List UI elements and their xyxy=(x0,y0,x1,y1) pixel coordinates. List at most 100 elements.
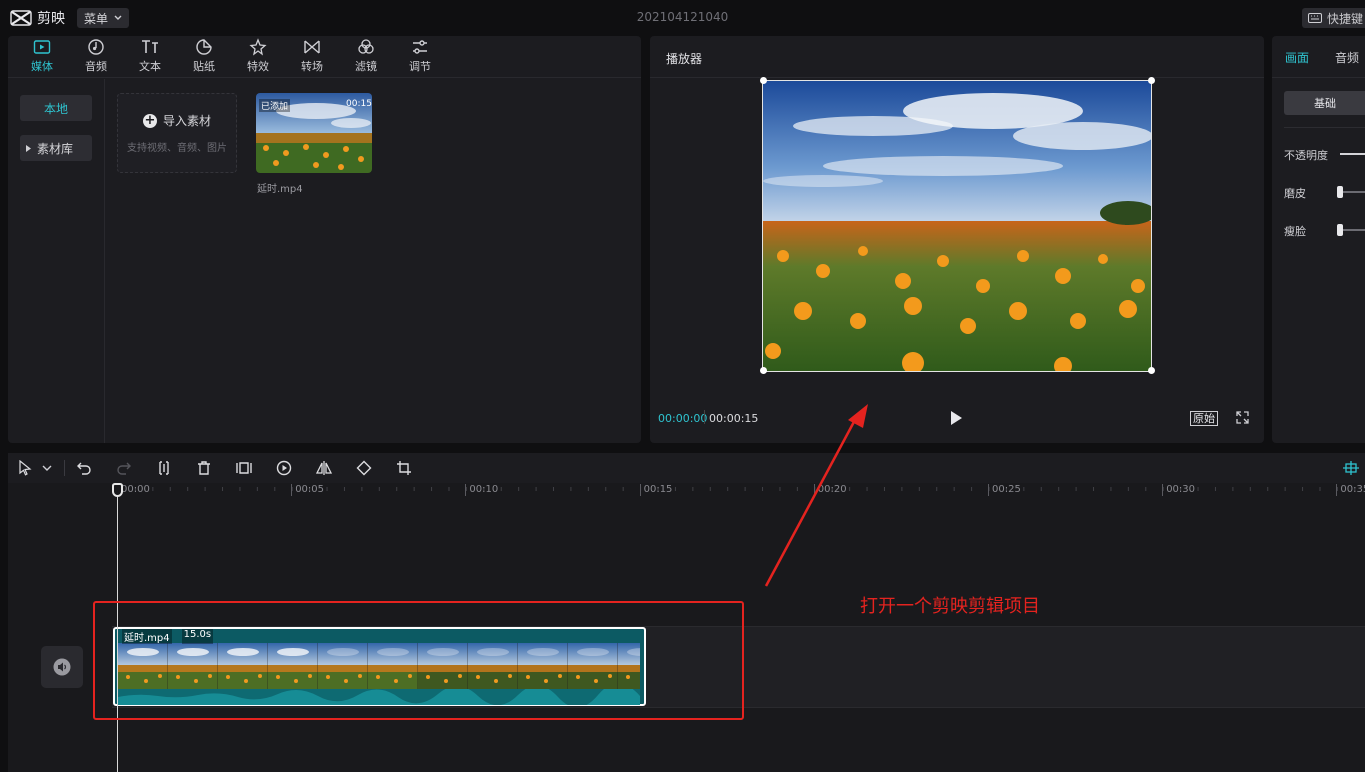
import-media-button[interactable]: + 导入素材 支持视频、音频、图片 xyxy=(117,93,237,173)
magnet-snap-icon[interactable] xyxy=(1342,460,1360,476)
tab-canvas[interactable]: 画面 xyxy=(1285,49,1309,66)
ruler-label: 00:15 xyxy=(643,484,673,495)
tab-audio[interactable]: 音频 xyxy=(76,38,116,78)
undo-icon xyxy=(77,462,91,475)
caret-right-icon xyxy=(26,144,31,152)
tab-adjust[interactable]: 调节 xyxy=(400,38,440,78)
chevron-down-icon xyxy=(42,465,52,471)
slim-slider-knob[interactable] xyxy=(1337,224,1343,236)
sidebar-item-local[interactable]: 本地 xyxy=(20,95,92,121)
play-icon[interactable] xyxy=(949,410,963,426)
volume-icon xyxy=(53,658,71,676)
opacity-label: 不透明度 xyxy=(1284,149,1328,162)
annotation-text: 打开一个剪映剪辑项目 xyxy=(860,596,1040,617)
tab-effect[interactable]: 特效 xyxy=(238,38,278,78)
ruler-label: 00:30 xyxy=(1166,484,1196,495)
ruler-label: 00:35 xyxy=(1340,484,1365,495)
tab-text[interactable]: 文本 xyxy=(130,38,170,78)
tab-label: 特效 xyxy=(247,60,269,73)
shortcut-button[interactable]: 快捷键 xyxy=(1302,8,1365,28)
text-icon xyxy=(142,40,158,53)
total-time: 00:00:15 xyxy=(709,412,759,425)
tab-label: 调节 xyxy=(409,60,431,73)
toolbar-divider xyxy=(64,460,65,476)
transition-icon xyxy=(304,40,320,54)
time-divider xyxy=(704,410,705,424)
filter-icon xyxy=(358,39,374,54)
clip-duration: 00:15 xyxy=(346,99,372,109)
split-button[interactable] xyxy=(156,460,172,476)
slim-label: 瘦脸 xyxy=(1284,225,1306,238)
ruler-major-tick xyxy=(465,484,467,496)
smooth-slider[interactable] xyxy=(1340,191,1365,193)
reverse-play-icon xyxy=(276,460,292,476)
redo-button[interactable] xyxy=(116,460,132,476)
aspect-ratio-button[interactable]: 原始 xyxy=(1190,411,1218,426)
effect-icon xyxy=(249,38,267,56)
media-sidebar xyxy=(8,79,105,443)
player-header xyxy=(650,36,1264,78)
tab-audio-properties[interactable]: 音频 xyxy=(1335,49,1359,66)
ruler-major-tick xyxy=(1336,484,1338,496)
sidebar-item-library[interactable]: 素材库 xyxy=(20,135,92,161)
resize-handle-tr[interactable] xyxy=(1148,77,1155,84)
annotation-arrow xyxy=(764,404,868,587)
tab-filter[interactable]: 滤镜 xyxy=(346,38,386,78)
opacity-slider[interactable] xyxy=(1340,153,1365,155)
tab-label: 音频 xyxy=(85,60,107,73)
crop-button[interactable] xyxy=(396,460,412,476)
ruler-major-tick xyxy=(291,484,293,496)
crop-icon xyxy=(397,461,411,475)
select-tool[interactable] xyxy=(17,459,33,476)
track-mute-button[interactable] xyxy=(41,646,83,688)
delete-button[interactable] xyxy=(196,460,212,476)
playhead-handle[interactable] xyxy=(112,483,123,497)
import-label: 导入素材 xyxy=(162,114,211,128)
player-title: 播放器 xyxy=(666,52,703,66)
select-tool-dropdown[interactable] xyxy=(39,460,55,476)
tab-label: 媒体 xyxy=(31,60,53,73)
resize-handle-br[interactable] xyxy=(1148,367,1155,374)
trash-icon xyxy=(198,461,210,475)
tab-label: 滤镜 xyxy=(355,60,377,73)
tab-media[interactable]: 媒体 xyxy=(22,38,62,78)
undo-button[interactable] xyxy=(76,460,92,476)
resize-handle-tl[interactable] xyxy=(760,77,767,84)
ruler-label: 00:10 xyxy=(469,484,499,495)
video-preview[interactable] xyxy=(762,80,1152,372)
ruler-major-tick xyxy=(639,484,641,496)
plus-icon: + xyxy=(142,112,157,128)
basic-button[interactable]: 基础 xyxy=(1284,91,1365,115)
current-time: 00:00:00 xyxy=(658,412,708,425)
slim-slider[interactable] xyxy=(1340,229,1365,231)
ruler-major-tick xyxy=(1162,484,1164,496)
smooth-slider-knob[interactable] xyxy=(1337,186,1343,198)
freeze-frame-icon xyxy=(236,462,252,474)
added-badge: 已添加 xyxy=(259,99,291,112)
audio-icon xyxy=(88,39,104,55)
tab-transition[interactable]: 转场 xyxy=(292,38,332,78)
ruler-label: 00:05 xyxy=(295,484,325,495)
freeze-frame-button[interactable] xyxy=(236,460,252,476)
sidebar-item-label: 素材库 xyxy=(37,141,74,156)
resize-handle-bl[interactable] xyxy=(760,367,767,374)
keyboard-icon xyxy=(1308,13,1322,23)
tab-sticker[interactable]: 贴纸 xyxy=(184,38,224,78)
reverse-button[interactable] xyxy=(276,460,292,476)
smooth-label: 磨皮 xyxy=(1284,187,1306,200)
adjust-icon xyxy=(413,40,427,54)
ruler-label: 00:25 xyxy=(992,484,1021,495)
shortcut-label: 快捷键 xyxy=(1327,11,1364,26)
rotate-icon xyxy=(356,460,372,476)
mirror-icon xyxy=(315,461,333,475)
mirror-button[interactable] xyxy=(315,460,333,476)
preview-frame xyxy=(763,81,1151,371)
tab-label: 转场 xyxy=(301,60,323,73)
split-icon xyxy=(159,461,169,475)
media-clip-name: 延时.mp4 xyxy=(257,184,303,195)
fullscreen-icon[interactable] xyxy=(1236,411,1249,424)
rotate-button[interactable] xyxy=(356,460,372,476)
redo-icon xyxy=(117,462,131,475)
tab-label: 贴纸 xyxy=(193,60,215,73)
cursor-icon xyxy=(19,459,32,476)
